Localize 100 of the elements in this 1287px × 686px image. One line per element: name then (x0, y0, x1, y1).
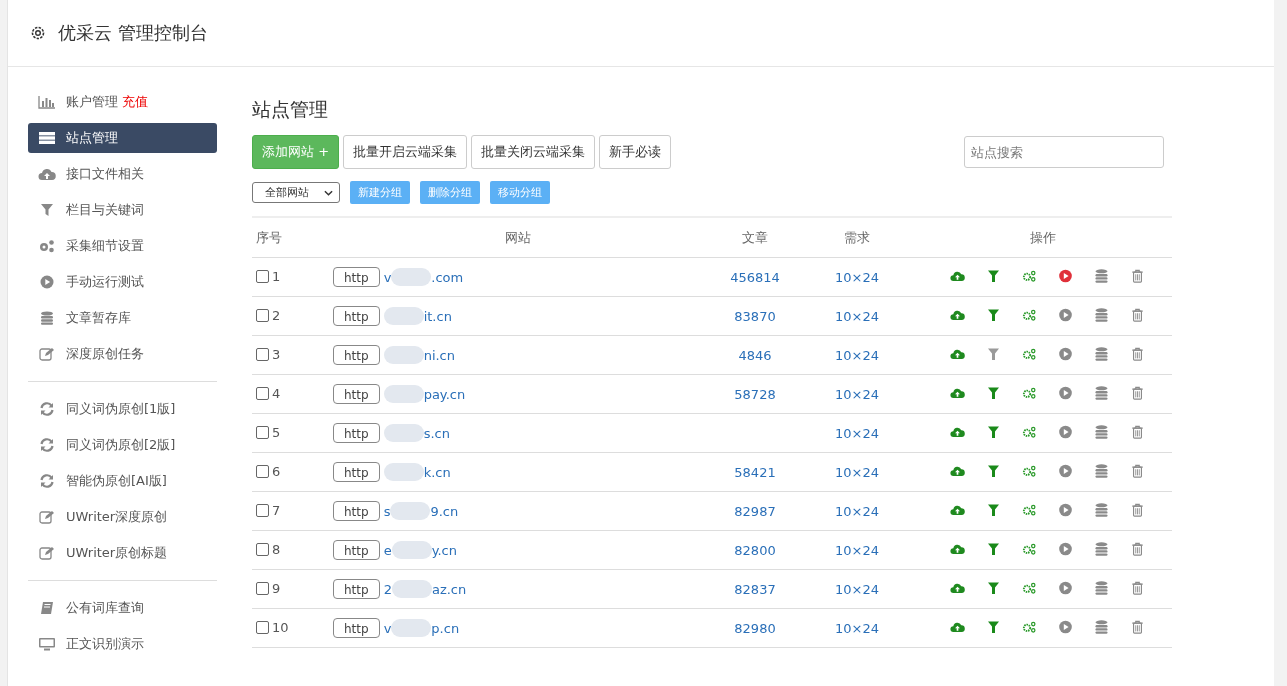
filter-icon[interactable] (986, 385, 1001, 400)
filter-icon[interactable] (986, 619, 1001, 634)
article-count[interactable]: 456814 (730, 269, 780, 285)
trash-icon[interactable] (1130, 307, 1145, 322)
domain-link[interactable]: v (383, 269, 392, 285)
gears-icon[interactable] (1022, 268, 1037, 283)
article-count[interactable]: 82800 (734, 542, 776, 558)
protocol-button[interactable]: http (333, 306, 380, 326)
domain-link[interactable]: v (383, 620, 392, 636)
group-select[interactable]: 全部网站 (252, 182, 340, 203)
protocol-button[interactable]: http (333, 540, 380, 560)
article-count[interactable]: 58728 (734, 386, 776, 402)
protocol-button[interactable]: http (333, 462, 380, 482)
sidebar-item[interactable]: UWriter原创标题 (28, 538, 217, 568)
sidebar-item[interactable]: UWriter深度原创 (28, 502, 217, 532)
domain-link[interactable]: s.cn (423, 425, 450, 441)
filter-icon[interactable] (986, 268, 1001, 283)
protocol-button[interactable]: http (333, 384, 380, 404)
domain-link[interactable]: e (383, 542, 392, 558)
filter-icon[interactable] (986, 424, 1001, 439)
demand-value[interactable]: 10×24 (835, 581, 879, 597)
play-icon[interactable] (1058, 346, 1073, 361)
database-icon[interactable] (1094, 307, 1109, 322)
sidebar-item[interactable]: 文章暂存库 (28, 303, 217, 333)
sidebar-item[interactable]: 栏目与关键词 (28, 195, 217, 225)
domain-link[interactable]: y.cn (431, 542, 457, 558)
protocol-button[interactable]: http (333, 345, 380, 365)
domain-link[interactable]: it.cn (423, 308, 452, 324)
demand-value[interactable]: 10×24 (835, 425, 879, 441)
row-checkbox[interactable] (256, 269, 269, 283)
trash-icon[interactable] (1130, 385, 1145, 400)
domain-link[interactable]: s (383, 503, 391, 519)
trash-icon[interactable] (1130, 619, 1145, 634)
gears-icon[interactable] (1022, 346, 1037, 361)
play-icon[interactable] (1058, 424, 1073, 439)
row-checkbox[interactable] (256, 620, 269, 634)
gears-icon[interactable] (1022, 385, 1037, 400)
trash-icon[interactable] (1130, 541, 1145, 556)
demand-value[interactable]: 10×24 (835, 269, 879, 285)
database-icon[interactable] (1094, 424, 1109, 439)
protocol-button[interactable]: http (333, 579, 380, 599)
toolbar-button[interactable]: 批量开启云端采集 (343, 135, 468, 169)
sidebar-item[interactable]: 深度原创任务 (28, 339, 217, 369)
sidebar-item[interactable]: 同义词伪原创[1版] (28, 394, 217, 424)
trash-icon[interactable] (1130, 580, 1145, 595)
gears-icon[interactable] (1022, 463, 1037, 478)
gears-icon[interactable] (1022, 541, 1037, 556)
recharge-link[interactable]: 充值 (122, 93, 148, 111)
play-icon[interactable] (1058, 385, 1073, 400)
play-icon[interactable] (1058, 307, 1073, 322)
demand-value[interactable]: 10×24 (835, 386, 879, 402)
database-icon[interactable] (1094, 580, 1109, 595)
filter-icon[interactable] (986, 580, 1001, 595)
domain-link[interactable]: k.cn (423, 464, 451, 480)
protocol-button[interactable]: http (333, 501, 380, 521)
article-count[interactable]: 82987 (734, 503, 776, 519)
demand-value[interactable]: 10×24 (835, 464, 879, 480)
gears-icon[interactable] (1022, 307, 1037, 322)
article-count[interactable]: 83870 (734, 308, 776, 324)
domain-link[interactable]: az.cn (431, 581, 467, 597)
play-icon[interactable] (1058, 541, 1073, 556)
trash-icon[interactable] (1130, 502, 1145, 517)
demand-value[interactable]: 10×24 (835, 503, 879, 519)
gears-icon[interactable] (1022, 619, 1037, 634)
play-icon[interactable] (1058, 268, 1073, 283)
article-count[interactable]: 58421 (734, 464, 776, 480)
database-icon[interactable] (1094, 619, 1109, 634)
domain-link[interactable]: 2 (383, 581, 392, 597)
row-checkbox[interactable] (256, 386, 269, 400)
toolbar-button[interactable]: 新手必读 (599, 135, 672, 169)
domain-link[interactable]: 9.cn (430, 503, 459, 519)
demand-value[interactable]: 10×24 (835, 347, 879, 363)
filter-icon[interactable] (986, 502, 1001, 517)
domain-link[interactable]: pay.cn (423, 386, 466, 402)
row-checkbox[interactable] (256, 581, 269, 595)
filter-icon[interactable] (986, 463, 1001, 478)
row-checkbox[interactable] (256, 503, 269, 517)
search-field[interactable]: 站点搜索 (964, 136, 1164, 168)
database-icon[interactable] (1094, 541, 1109, 556)
play-icon[interactable] (1058, 463, 1073, 478)
gears-icon[interactable] (1022, 502, 1037, 517)
domain-link[interactable]: ni.cn (423, 347, 455, 363)
article-count[interactable]: 82980 (734, 620, 776, 636)
row-checkbox[interactable] (256, 425, 269, 439)
sidebar-item[interactable]: 同义词伪原创[2版] (28, 430, 217, 460)
play-icon[interactable] (1058, 502, 1073, 517)
article-count[interactable]: 82837 (734, 581, 776, 597)
sidebar-item[interactable]: 智能伪原创[AI版] (28, 466, 217, 496)
sidebar-item[interactable]: 采集细节设置 (28, 231, 217, 261)
trash-icon[interactable] (1130, 268, 1145, 283)
database-icon[interactable] (1094, 385, 1109, 400)
database-icon[interactable] (1094, 268, 1109, 283)
protocol-button[interactable]: http (333, 618, 380, 638)
gears-icon[interactable] (1022, 424, 1037, 439)
play-icon[interactable] (1058, 619, 1073, 634)
sidebar-item[interactable]: 手动运行测试 (28, 267, 217, 297)
demand-value[interactable]: 10×24 (835, 542, 879, 558)
row-checkbox[interactable] (256, 542, 269, 556)
sidebar-item[interactable]: 公有词库查询 (28, 593, 217, 623)
filter-icon[interactable] (986, 541, 1001, 556)
